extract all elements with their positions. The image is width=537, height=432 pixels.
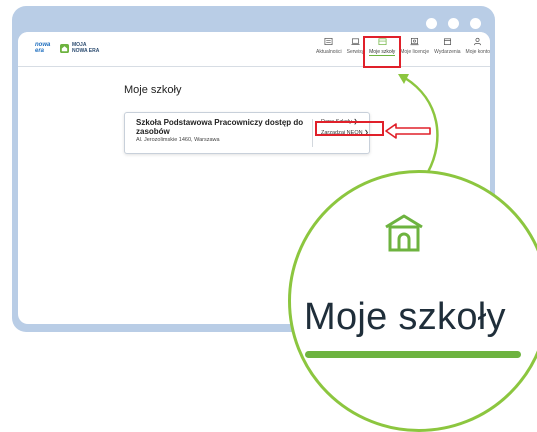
red-arrow-icon [385, 123, 431, 139]
zoom-label: Moje szkoły [304, 296, 506, 338]
green-curve-arrow-icon [404, 76, 439, 173]
school-icon [385, 214, 423, 252]
active-underline [305, 351, 521, 358]
